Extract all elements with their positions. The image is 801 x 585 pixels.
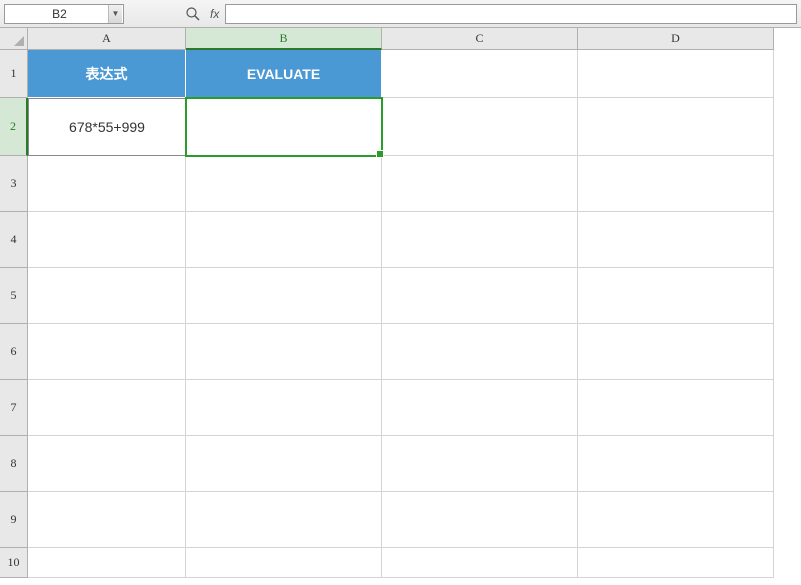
row-header-5[interactable]: 5 <box>0 268 28 324</box>
magnifier-icon[interactable] <box>184 5 202 23</box>
cell-A1[interactable]: 表达式 <box>28 50 186 98</box>
cell-D9[interactable] <box>578 492 774 548</box>
formula-bar-input[interactable] <box>225 4 797 24</box>
row-header-8[interactable]: 8 <box>0 436 28 492</box>
row-header-1[interactable]: 1 <box>0 50 28 98</box>
select-all-corner[interactable] <box>0 28 28 50</box>
cell-C8[interactable] <box>382 436 578 492</box>
col-header-B[interactable]: B <box>186 28 382 50</box>
cell-C2[interactable] <box>382 98 578 156</box>
cell-D10[interactable] <box>578 548 774 578</box>
row-header-7[interactable]: 7 <box>0 380 28 436</box>
cell-C4[interactable] <box>382 212 578 268</box>
cell-B3[interactable] <box>186 156 382 212</box>
cell-B5[interactable] <box>186 268 382 324</box>
cell-B8[interactable] <box>186 436 382 492</box>
row-header-10[interactable]: 10 <box>0 548 28 578</box>
cell-C1[interactable] <box>382 50 578 98</box>
spreadsheet-grid: A B C D 1 表达式 EVALUATE 2 678*55+999 3 4 <box>0 28 801 578</box>
formula-toolbar: B2 ▼ fx <box>0 0 801 28</box>
cell-C5[interactable] <box>382 268 578 324</box>
name-box-value: B2 <box>11 7 108 21</box>
cell-A5[interactable] <box>28 268 186 324</box>
row-header-2[interactable]: 2 <box>0 98 28 156</box>
cell-D8[interactable] <box>578 436 774 492</box>
cell-A2[interactable]: 678*55+999 <box>28 98 186 156</box>
cell-A4[interactable] <box>28 212 186 268</box>
cell-A8[interactable] <box>28 436 186 492</box>
column-headers: A B C D <box>28 28 801 50</box>
cell-A6[interactable] <box>28 324 186 380</box>
cell-B7[interactable] <box>186 380 382 436</box>
cell-B1[interactable]: EVALUATE <box>186 50 382 98</box>
cell-B9[interactable] <box>186 492 382 548</box>
cell-B2[interactable] <box>186 98 382 156</box>
cell-B6[interactable] <box>186 324 382 380</box>
cell-A9[interactable] <box>28 492 186 548</box>
col-header-C[interactable]: C <box>382 28 578 50</box>
cell-D7[interactable] <box>578 380 774 436</box>
cell-C10[interactable] <box>382 548 578 578</box>
cell-B10[interactable] <box>186 548 382 578</box>
cell-D3[interactable] <box>578 156 774 212</box>
chevron-down-icon[interactable]: ▼ <box>108 5 122 23</box>
cell-C9[interactable] <box>382 492 578 548</box>
cell-C3[interactable] <box>382 156 578 212</box>
col-header-A[interactable]: A <box>28 28 186 50</box>
cell-D1[interactable] <box>578 50 774 98</box>
cell-D5[interactable] <box>578 268 774 324</box>
cell-D4[interactable] <box>578 212 774 268</box>
cell-D2[interactable] <box>578 98 774 156</box>
row-header-6[interactable]: 6 <box>0 324 28 380</box>
cell-B4[interactable] <box>186 212 382 268</box>
row-header-3[interactable]: 3 <box>0 156 28 212</box>
row-header-4[interactable]: 4 <box>0 212 28 268</box>
cell-C7[interactable] <box>382 380 578 436</box>
cell-A10[interactable] <box>28 548 186 578</box>
cell-D6[interactable] <box>578 324 774 380</box>
cell-C6[interactable] <box>382 324 578 380</box>
fx-icon[interactable]: fx <box>210 7 219 21</box>
col-header-D[interactable]: D <box>578 28 774 50</box>
cell-A7[interactable] <box>28 380 186 436</box>
name-box[interactable]: B2 ▼ <box>4 4 124 24</box>
row-header-9[interactable]: 9 <box>0 492 28 548</box>
cell-A3[interactable] <box>28 156 186 212</box>
